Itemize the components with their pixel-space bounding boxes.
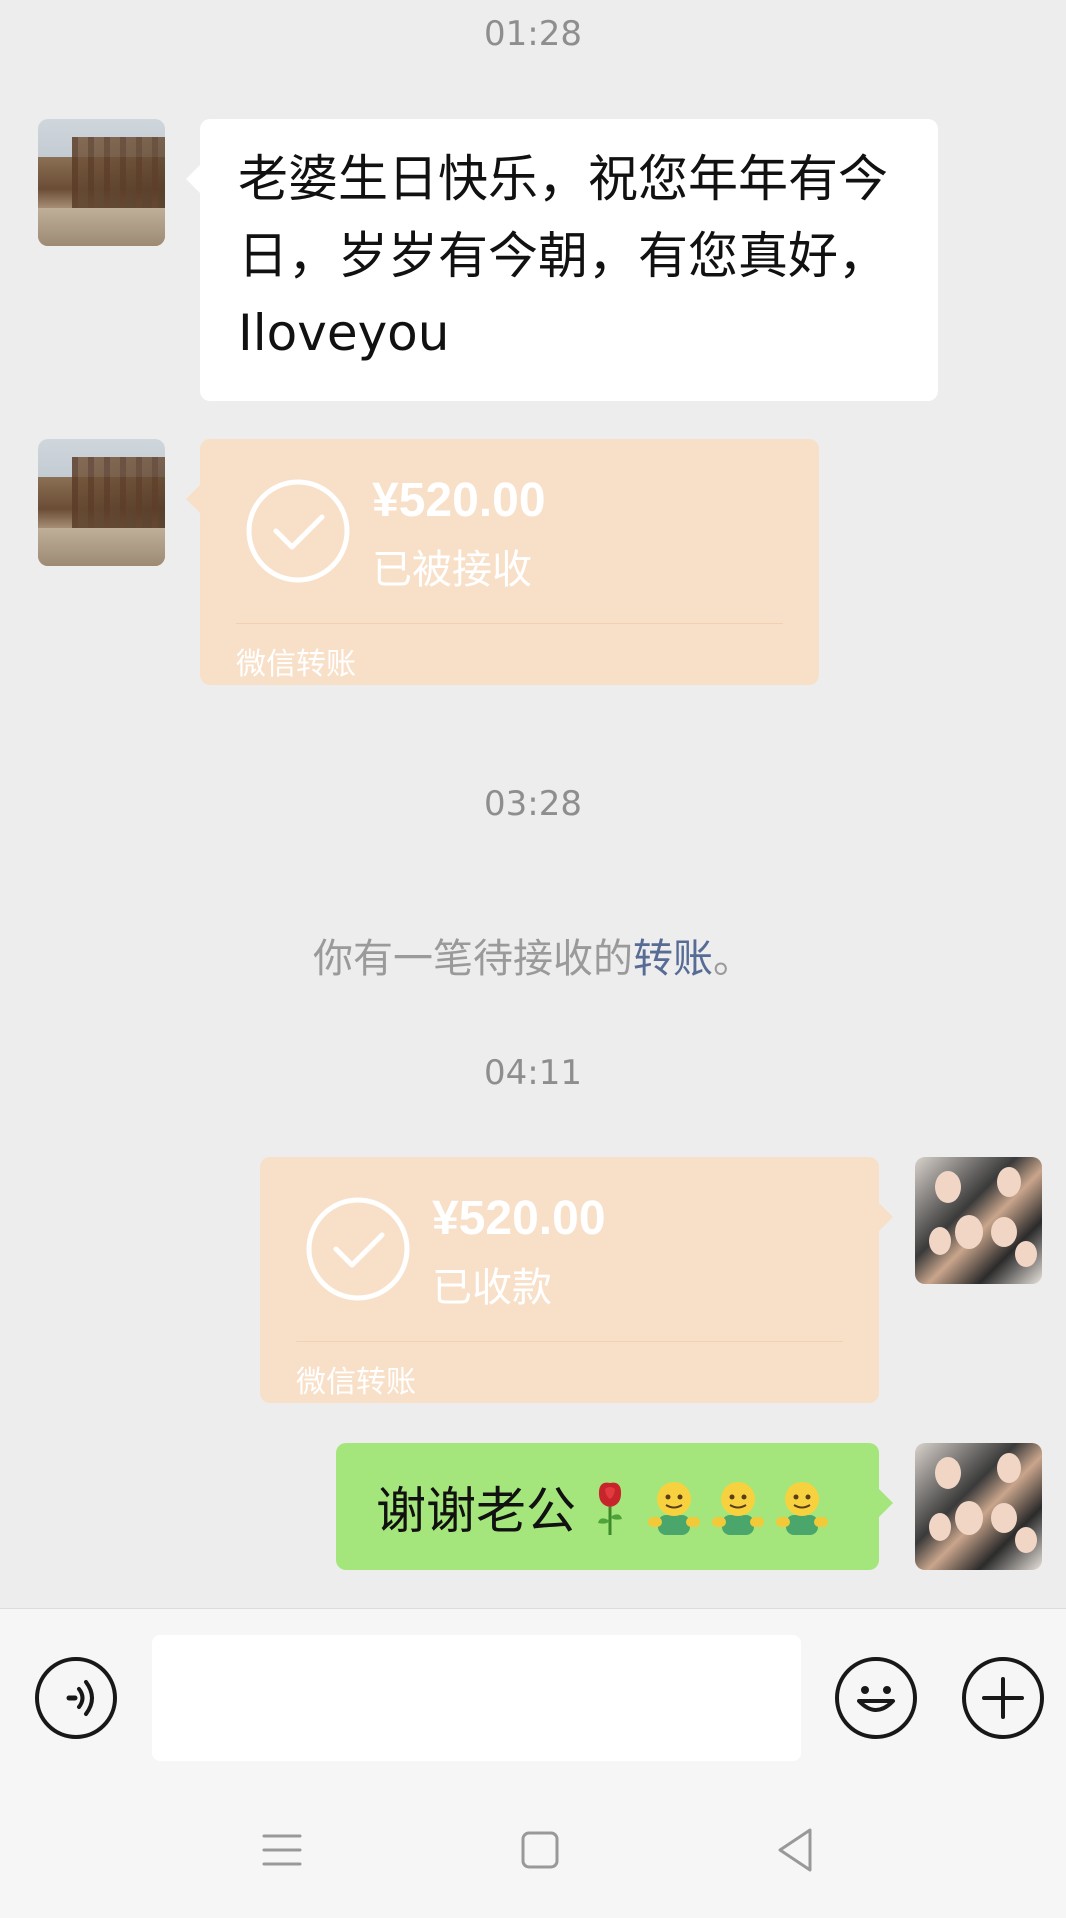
- menu-icon[interactable]: [252, 1820, 312, 1880]
- system-notice: 你有一笔待接收的转账。: [0, 926, 1066, 984]
- input-bar: [0, 1608, 1066, 1779]
- voice-button[interactable]: [35, 1657, 117, 1739]
- transfer-status: 已被接收: [372, 547, 532, 593]
- message-text: 谢谢老公: [376, 1481, 576, 1540]
- timestamp: 03:28: [484, 784, 582, 824]
- back-icon[interactable]: [766, 1820, 826, 1880]
- notice-suffix: 。: [713, 936, 753, 982]
- message-text: 老婆生日快乐，祝您年年有今日，岁岁有今朝，有您真好，Iloveyou: [238, 150, 888, 362]
- emoji-icon: [857, 1686, 895, 1712]
- smile-emoji-icon: [712, 1481, 764, 1535]
- chat-area: 01:28 老婆生日快乐，祝您年年有今日，岁岁有今朝，有您真好，Iloveyou…: [0, 0, 1066, 1608]
- contact-avatar[interactable]: [38, 119, 165, 246]
- more-button[interactable]: [962, 1657, 1044, 1739]
- transfer-brand-label: 微信转账: [236, 647, 356, 682]
- check-circle-icon: [306, 1197, 410, 1301]
- received-message-bubble[interactable]: 老婆生日快乐，祝您年年有今日，岁岁有今朝，有您真好，Iloveyou: [186, 119, 938, 401]
- transfer-status: 已收款: [432, 1265, 552, 1311]
- message-input[interactable]: [152, 1635, 801, 1761]
- my-avatar[interactable]: [915, 1157, 1042, 1284]
- transfer-card-sent[interactable]: ¥520.00 已收款 微信转账: [260, 1157, 893, 1403]
- timestamp: 04:11: [484, 1053, 582, 1093]
- transfer-amount: ¥520.00: [432, 1192, 606, 1245]
- timestamp: 01:28: [484, 14, 582, 54]
- system-nav-bar: [0, 1778, 1066, 1918]
- rose-emoji-icon: [598, 1482, 622, 1535]
- smile-emoji-icon: [776, 1481, 828, 1535]
- plus-icon: [982, 1677, 1024, 1719]
- transfer-amount: ¥520.00: [372, 474, 546, 527]
- check-circle-icon: [246, 479, 350, 583]
- divider: [236, 623, 783, 624]
- transfer-card-received[interactable]: ¥520.00 已被接收 微信转账: [186, 439, 819, 685]
- my-avatar[interactable]: [915, 1443, 1042, 1570]
- notice-text: 你有一笔待接收的: [313, 936, 633, 982]
- sent-message-bubble[interactable]: 谢谢老公: [336, 1443, 893, 1570]
- divider: [296, 1341, 843, 1342]
- smile-emoji-icon: [648, 1481, 700, 1535]
- voice-icon: [66, 1680, 94, 1716]
- transfer-link[interactable]: 转账: [633, 936, 713, 982]
- contact-avatar[interactable]: [38, 439, 165, 566]
- transfer-brand-label: 微信转账: [296, 1365, 416, 1400]
- emoji-button[interactable]: [835, 1657, 917, 1739]
- home-icon[interactable]: [510, 1820, 570, 1880]
